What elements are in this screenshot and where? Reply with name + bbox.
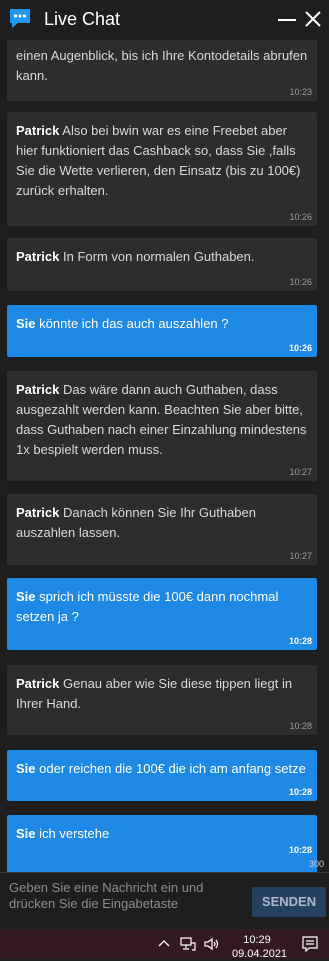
minimize-icon[interactable] [278, 19, 296, 21]
message-sender: Sie [16, 761, 36, 776]
send-button[interactable]: SENDEN [252, 887, 326, 917]
message-text: einen Augenblick, bis ich Ihre Kontodeta… [16, 48, 308, 83]
system-taskbar: 10:29 09.04.2021 [0, 929, 329, 961]
message-text: oder reichen die 100€ die ich am anfang … [39, 761, 306, 776]
message-bubble: Patrick Das wäre dann auch Guthaben, das… [7, 371, 317, 481]
chat-title: Live Chat [44, 9, 121, 29]
message-timestamp: 10:26 [289, 212, 312, 222]
message-bubble: Patrick In Form von normalen Guthaben. 1… [7, 238, 317, 291]
clock-time: 10:29 [243, 934, 271, 946]
message-text: Also bei bwin war es eine Freebet aber h… [16, 123, 301, 198]
message-sender: Patrick [16, 382, 60, 397]
chat-header: Live Chat [0, 0, 329, 40]
message-list[interactable]: einen Augenblick, bis ich Ihre Kontodeta… [0, 40, 329, 872]
message-timestamp: 10:28 [288, 845, 312, 855]
message-bubble: Sie ich verstehe 10:28 [7, 815, 317, 872]
network-icon[interactable] [180, 937, 196, 956]
message-sender: Patrick [16, 505, 60, 520]
message-sender: Patrick [16, 123, 60, 138]
message-timestamp: 10:27 [289, 551, 312, 561]
system-clock[interactable]: 10:29 09.04.2021 [232, 933, 287, 961]
message-timestamp: 10:28 [288, 636, 312, 646]
message-timestamp: 10:26 [288, 343, 312, 353]
message-timestamp: 10:23 [289, 87, 312, 97]
message-composer: Geben Sie eine Nachricht ein und drücken… [0, 872, 329, 929]
message-bubble: einen Augenblick, bis ich Ihre Kontodeta… [7, 40, 317, 101]
message-bubble: Sie oder reichen die 100€ die ich am anf… [7, 750, 317, 801]
message-text: ich verstehe [39, 826, 110, 841]
message-timestamp: 10:28 [288, 787, 312, 797]
close-icon[interactable] [304, 10, 322, 33]
message-text: könnte ich das auch auszahlen ? [39, 316, 229, 331]
message-input[interactable]: Geben Sie eine Nachricht ein und drücken… [9, 880, 239, 920]
message-bubble: Sie könnte ich das auch auszahlen ? 10:2… [7, 305, 317, 357]
message-timestamp: 10:26 [289, 277, 312, 287]
speaker-icon[interactable] [203, 937, 221, 956]
message-bubble: Patrick Danach können Sie Ihr Guthaben a… [7, 494, 317, 565]
message-sender: Sie [16, 316, 36, 331]
message-text: Das wäre dann auch Guthaben, dass ausgez… [16, 382, 307, 457]
message-timestamp: 10:28 [289, 721, 312, 731]
message-bubble: Patrick Genau aber wie Sie diese tippen … [7, 665, 317, 735]
message-sender: Patrick [16, 249, 60, 264]
message-bubble: Patrick Also bei bwin war es eine Freebe… [7, 112, 317, 226]
chevron-up-icon[interactable] [158, 937, 170, 955]
message-sender: Sie [16, 589, 36, 604]
character-counter: 300 [309, 859, 325, 869]
message-sender: Patrick [16, 676, 60, 691]
notification-icon[interactable] [302, 936, 318, 957]
message-timestamp: 10:27 [289, 467, 312, 477]
message-text: In Form von normalen Guthaben. [63, 249, 255, 264]
chat-bubble-icon [8, 8, 32, 35]
message-sender: Sie [16, 826, 36, 841]
message-text: sprich ich müsste die 100€ dann nochmal … [16, 589, 279, 624]
message-bubble: Sie sprich ich müsste die 100€ dann noch… [7, 578, 317, 650]
